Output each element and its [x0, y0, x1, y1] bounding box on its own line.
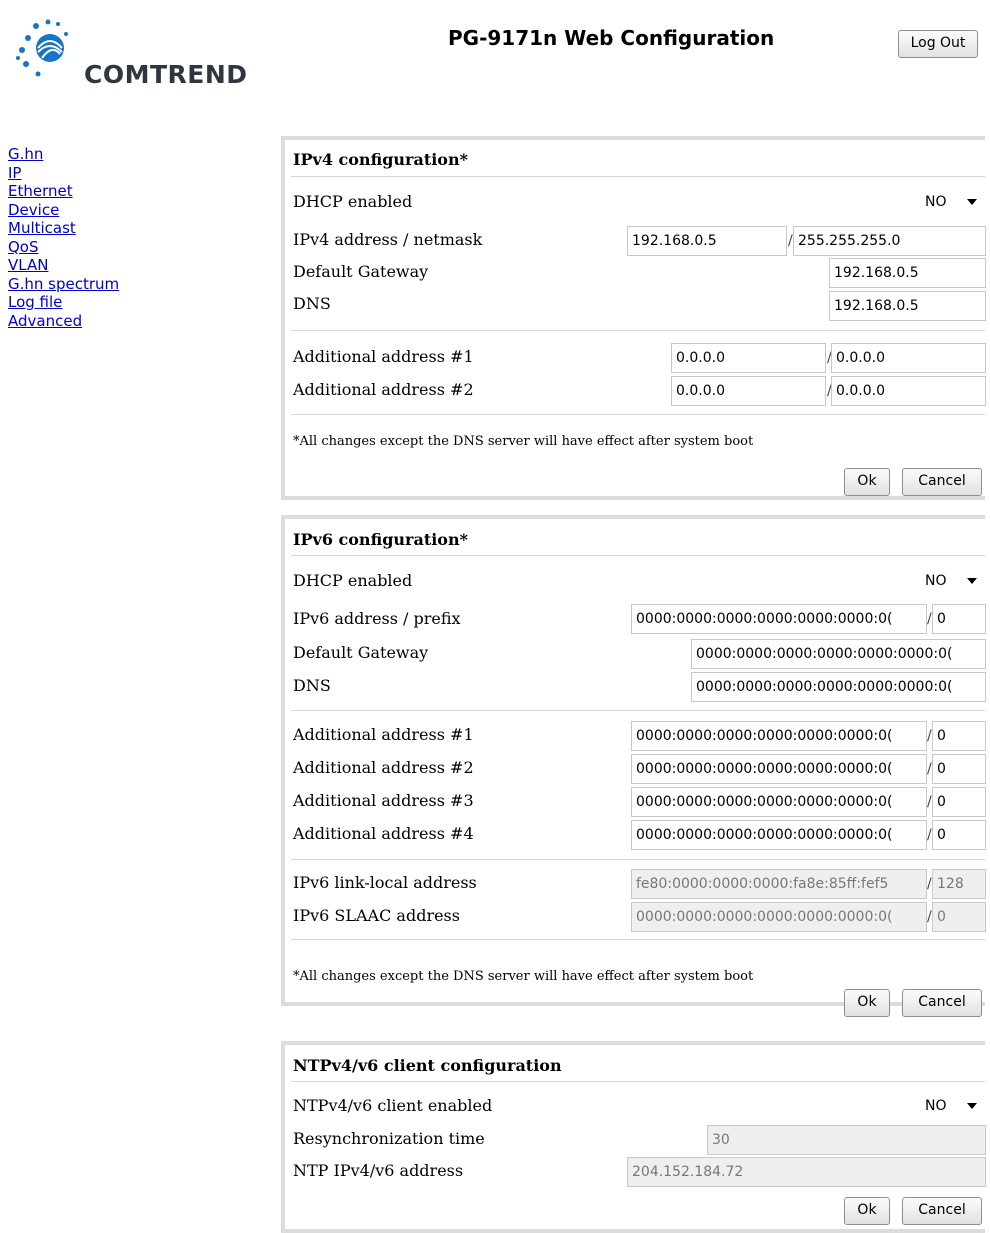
- ipv4-panel-title: IPv4 configuration*: [293, 150, 468, 169]
- ipv6-add4-label: Additional address #4: [293, 824, 474, 843]
- ipv4-cancel-button[interactable]: Cancel: [902, 468, 982, 496]
- divider: [291, 710, 985, 711]
- ipv4-dhcp-value: NO: [925, 194, 947, 210]
- ntp-resync-input: 30: [707, 1125, 986, 1155]
- ipv6-add2-address-input[interactable]: 0000:0000:0000:0000:0000:0000:0(: [631, 754, 927, 784]
- ipv6-address-label: IPv6 address / prefix: [293, 609, 461, 628]
- globe-logo-icon: [16, 19, 68, 77]
- ntp-enabled-value: NO: [925, 1098, 947, 1114]
- ipv4-panel: IPv4 configuration* DHCP enabled NO IPv4…: [281, 136, 986, 500]
- ipv6-linklocal-label: IPv6 link-local address: [293, 873, 477, 892]
- ipv4-address-input[interactable]: 192.168.0.5: [627, 226, 787, 256]
- ipv4-add1-label: Additional address #1: [293, 347, 474, 366]
- ntp-ok-button[interactable]: Ok: [844, 1197, 890, 1225]
- ipv6-add3-label: Additional address #3: [293, 791, 474, 810]
- ipv4-note: *All changes except the DNS server will …: [293, 434, 754, 449]
- ipv6-add2-prefix-input[interactable]: 0: [932, 754, 986, 784]
- divider: [291, 330, 985, 331]
- divider: [291, 939, 985, 940]
- chevron-down-icon: [967, 578, 977, 584]
- ipv6-linklocal-address-input: fe80:0000:0000:0000:fa8e:85ff:fef5: [631, 869, 927, 899]
- ipv6-add2-label: Additional address #2: [293, 758, 474, 777]
- separator-slash: /: [927, 728, 932, 744]
- ipv4-dhcp-label: DHCP enabled: [293, 192, 413, 211]
- ipv6-dns-label: DNS: [293, 676, 331, 695]
- ipv4-add2-mask-input[interactable]: 0.0.0.0: [831, 376, 986, 406]
- sidebar-nav: G.hn IP Ethernet Device Multicast QoS VL…: [8, 145, 119, 330]
- separator-slash: /: [927, 827, 932, 843]
- ipv6-panel-title: IPv6 configuration*: [293, 530, 468, 549]
- sidebar-item-ip[interactable]: IP: [8, 164, 119, 183]
- ipv4-add1-address-input[interactable]: 0.0.0.0: [671, 343, 826, 373]
- ipv6-address-input[interactable]: 0000:0000:0000:0000:0000:0000:0(: [631, 604, 927, 634]
- ipv6-prefix-input[interactable]: 0: [932, 604, 986, 634]
- sidebar-item-multicast[interactable]: Multicast: [8, 219, 119, 238]
- divider: [291, 176, 985, 177]
- ipv4-dns-label: DNS: [293, 294, 331, 313]
- sidebar-item-ethernet[interactable]: Ethernet: [8, 182, 119, 201]
- sidebar-item-ghn-spectrum[interactable]: G.hn spectrum: [8, 275, 119, 294]
- ipv4-dhcp-select[interactable]: NO: [917, 188, 981, 216]
- ipv6-add1-label: Additional address #1: [293, 725, 474, 744]
- ntp-enabled-label: NTPv4/v6 client enabled: [293, 1096, 493, 1115]
- ipv6-panel: IPv6 configuration* DHCP enabled NO IPv6…: [281, 515, 986, 1017]
- ntp-cancel-button[interactable]: Cancel: [902, 1197, 982, 1225]
- logout-button[interactable]: Log Out: [898, 30, 978, 58]
- ipv6-dns-input[interactable]: 0000:0000:0000:0000:0000:0000:0(: [691, 672, 986, 702]
- ipv6-add4-prefix-input[interactable]: 0: [932, 820, 986, 850]
- separator-slash: /: [927, 876, 932, 892]
- separator-slash: /: [927, 761, 932, 777]
- ipv6-add3-address-input[interactable]: 0000:0000:0000:0000:0000:0000:0(: [631, 787, 927, 817]
- sidebar-item-device[interactable]: Device: [8, 201, 119, 220]
- ipv4-ok-button[interactable]: Ok: [844, 468, 890, 496]
- ipv6-dhcp-select[interactable]: NO: [917, 567, 981, 595]
- ipv6-note: *All changes except the DNS server will …: [293, 969, 754, 984]
- separator-slash: /: [788, 233, 793, 249]
- ipv6-slaac-label: IPv6 SLAAC address: [293, 906, 460, 925]
- ntp-panel-title: NTPv4/v6 client configuration: [293, 1056, 562, 1075]
- divider: [291, 555, 985, 556]
- sidebar-item-advanced[interactable]: Advanced: [8, 312, 119, 331]
- ipv4-add2-address-input[interactable]: 0.0.0.0: [671, 376, 826, 406]
- sidebar-item-vlan[interactable]: VLAN: [8, 256, 119, 275]
- ntp-address-label: NTP IPv4/v6 address: [293, 1161, 464, 1180]
- ipv4-gateway-label: Default Gateway: [293, 262, 429, 281]
- chevron-down-icon: [967, 1103, 977, 1109]
- ipv6-add4-address-input[interactable]: 0000:0000:0000:0000:0000:0000:0(: [631, 820, 927, 850]
- sidebar-item-qos[interactable]: QoS: [8, 238, 119, 257]
- ipv6-dhcp-value: NO: [925, 573, 947, 589]
- chevron-down-icon: [967, 199, 977, 205]
- separator-slash: /: [927, 794, 932, 810]
- ipv4-address-label: IPv4 address / netmask: [293, 230, 483, 249]
- ipv6-dhcp-label: DHCP enabled: [293, 571, 413, 590]
- ipv6-add1-prefix-input[interactable]: 0: [932, 721, 986, 751]
- ipv4-add1-mask-input[interactable]: 0.0.0.0: [831, 343, 986, 373]
- ipv4-netmask-input[interactable]: 255.255.255.0: [793, 226, 986, 256]
- ipv6-linklocal-prefix-input: 128: [932, 869, 986, 899]
- ipv6-cancel-button[interactable]: Cancel: [902, 989, 982, 1017]
- ipv6-add3-prefix-input[interactable]: 0: [932, 787, 986, 817]
- divider: [291, 414, 985, 415]
- sidebar-item-ghn[interactable]: G.hn: [8, 145, 119, 164]
- separator-slash: /: [927, 611, 932, 627]
- sidebar-item-log-file[interactable]: Log file: [8, 293, 119, 312]
- ipv6-gateway-input[interactable]: 0000:0000:0000:0000:0000:0000:0(: [691, 639, 986, 669]
- ntp-address-input: 204.152.184.72: [627, 1157, 986, 1187]
- ipv4-add2-label: Additional address #2: [293, 380, 474, 399]
- ipv6-ok-button[interactable]: Ok: [844, 989, 890, 1017]
- ipv6-slaac-address-input: 0000:0000:0000:0000:0000:0000:0(: [631, 902, 927, 932]
- ipv6-add1-address-input[interactable]: 0000:0000:0000:0000:0000:0000:0(: [631, 721, 927, 751]
- ntp-panel: NTPv4/v6 client configuration NTPv4/v6 c…: [281, 1041, 986, 1233]
- ipv6-gateway-label: Default Gateway: [293, 643, 429, 662]
- ipv4-dns-input[interactable]: 192.168.0.5: [829, 291, 986, 321]
- divider: [291, 859, 985, 860]
- ntp-enabled-select[interactable]: NO: [917, 1092, 981, 1120]
- page-title: PG-9171n Web Configuration: [448, 26, 775, 50]
- ipv4-gateway-input[interactable]: 192.168.0.5: [829, 258, 986, 288]
- divider: [291, 1081, 985, 1082]
- ipv6-slaac-prefix-input: 0: [932, 902, 986, 932]
- separator-slash: /: [927, 909, 932, 925]
- logo-text: COMTREND: [84, 60, 248, 89]
- ntp-resync-label: Resynchronization time: [293, 1129, 485, 1148]
